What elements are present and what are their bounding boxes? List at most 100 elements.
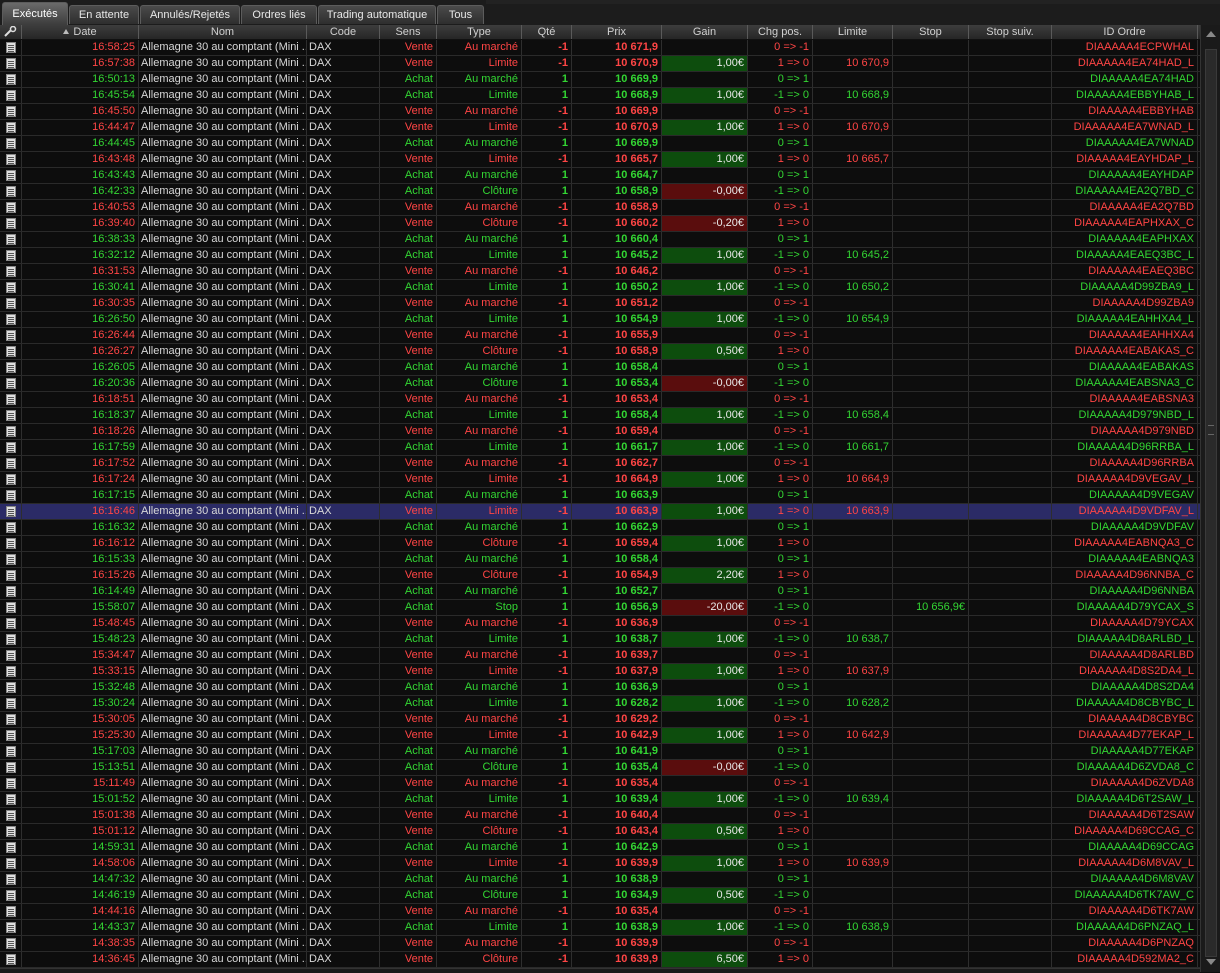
row-icon-cell[interactable] — [0, 280, 22, 295]
tab-tous[interactable]: Tous — [437, 5, 484, 24]
header-col-chg-pos[interactable]: Chg pos. — [748, 25, 813, 39]
document-icon[interactable] — [6, 874, 16, 885]
document-icon[interactable] — [6, 506, 16, 517]
table-row[interactable]: 16:17:24 Allemagne 30 au comptant (Mini .… — [0, 472, 1200, 488]
table-row[interactable]: 16:45:54 Allemagne 30 au comptant (Mini .… — [0, 88, 1200, 104]
document-icon[interactable] — [6, 394, 16, 405]
table-row[interactable]: 15:25:30 Allemagne 30 au comptant (Mini .… — [0, 728, 1200, 744]
tab-en-attente[interactable]: En attente — [69, 5, 139, 24]
table-row[interactable]: 16:18:26 Allemagne 30 au comptant (Mini .… — [0, 424, 1200, 440]
table-row[interactable]: 14:44:16 Allemagne 30 au comptant (Mini .… — [0, 904, 1200, 920]
header-col-gain[interactable]: Gain — [662, 25, 748, 39]
document-icon[interactable] — [6, 138, 16, 149]
document-icon[interactable] — [6, 890, 16, 901]
document-icon[interactable] — [6, 666, 16, 677]
document-icon[interactable] — [6, 650, 16, 661]
header-col-qte[interactable]: Qté — [522, 25, 572, 39]
row-icon-cell[interactable] — [0, 200, 22, 215]
table-row[interactable]: 15:30:05 Allemagne 30 au comptant (Mini .… — [0, 712, 1200, 728]
table-row[interactable]: 14:36:45 Allemagne 30 au comptant (Mini .… — [0, 952, 1200, 968]
table-row[interactable]: 16:16:32 Allemagne 30 au comptant (Mini .… — [0, 520, 1200, 536]
header-col-stop[interactable]: Stop — [893, 25, 969, 39]
row-icon-cell[interactable] — [0, 680, 22, 695]
table-row[interactable]: 16:20:36 Allemagne 30 au comptant (Mini .… — [0, 376, 1200, 392]
document-icon[interactable] — [6, 762, 16, 773]
table-row[interactable]: 15:48:45 Allemagne 30 au comptant (Mini .… — [0, 616, 1200, 632]
document-icon[interactable] — [6, 938, 16, 949]
row-icon-cell[interactable] — [0, 296, 22, 311]
table-row[interactable]: 16:30:35 Allemagne 30 au comptant (Mini .… — [0, 296, 1200, 312]
table-row[interactable]: 15:11:49 Allemagne 30 au comptant (Mini .… — [0, 776, 1200, 792]
table-row[interactable]: 16:26:44 Allemagne 30 au comptant (Mini .… — [0, 328, 1200, 344]
document-icon[interactable] — [6, 330, 16, 341]
row-icon-cell[interactable] — [0, 440, 22, 455]
row-icon-cell[interactable] — [0, 600, 22, 615]
row-icon-cell[interactable] — [0, 328, 22, 343]
row-icon-cell[interactable] — [0, 136, 22, 151]
table-row[interactable]: 16:18:37 Allemagne 30 au comptant (Mini .… — [0, 408, 1200, 424]
row-icon-cell[interactable] — [0, 936, 22, 951]
table-row[interactable]: 15:48:23 Allemagne 30 au comptant (Mini .… — [0, 632, 1200, 648]
document-icon[interactable] — [6, 810, 16, 821]
row-icon-cell[interactable] — [0, 776, 22, 791]
document-icon[interactable] — [6, 346, 16, 357]
header-col-prix[interactable]: Prix — [572, 25, 662, 39]
row-icon-cell[interactable] — [0, 568, 22, 583]
header-col-icon[interactable] — [0, 25, 22, 39]
scroll-down-icon[interactable] — [1206, 959, 1216, 965]
row-icon-cell[interactable] — [0, 808, 22, 823]
table-row[interactable]: 16:43:43 Allemagne 30 au comptant (Mini .… — [0, 168, 1200, 184]
row-icon-cell[interactable] — [0, 728, 22, 743]
document-icon[interactable] — [6, 106, 16, 117]
document-icon[interactable] — [6, 122, 16, 133]
header-col-id-ordre[interactable]: ID Ordre — [1052, 25, 1198, 39]
table-row[interactable]: 15:01:38 Allemagne 30 au comptant (Mini .… — [0, 808, 1200, 824]
table-row[interactable]: 14:38:35 Allemagne 30 au comptant (Mini .… — [0, 936, 1200, 952]
header-col-nom[interactable]: Nom — [139, 25, 307, 39]
document-icon[interactable] — [6, 698, 16, 709]
document-icon[interactable] — [6, 602, 16, 613]
row-icon-cell[interactable] — [0, 184, 22, 199]
row-icon-cell[interactable] — [0, 760, 22, 775]
document-icon[interactable] — [6, 570, 16, 581]
document-icon[interactable] — [6, 538, 16, 549]
table-row[interactable]: 15:30:24 Allemagne 30 au comptant (Mini .… — [0, 696, 1200, 712]
table-row[interactable]: 16:50:13 Allemagne 30 au comptant (Mini .… — [0, 72, 1200, 88]
header-col-stop-suiv[interactable]: Stop suiv. — [969, 25, 1052, 39]
header-col-sens[interactable]: Sens — [380, 25, 437, 39]
table-row[interactable]: 14:59:31 Allemagne 30 au comptant (Mini .… — [0, 840, 1200, 856]
document-icon[interactable] — [6, 954, 16, 965]
table-row[interactable]: 16:16:12 Allemagne 30 au comptant (Mini .… — [0, 536, 1200, 552]
row-icon-cell[interactable] — [0, 248, 22, 263]
row-icon-cell[interactable] — [0, 648, 22, 663]
document-icon[interactable] — [6, 42, 16, 53]
table-row[interactable]: 15:32:48 Allemagne 30 au comptant (Mini .… — [0, 680, 1200, 696]
header-col-type[interactable]: Type — [437, 25, 522, 39]
document-icon[interactable] — [6, 714, 16, 725]
document-icon[interactable] — [6, 90, 16, 101]
document-icon[interactable] — [6, 410, 16, 421]
table-row[interactable]: 16:40:53 Allemagne 30 au comptant (Mini .… — [0, 200, 1200, 216]
table-row[interactable]: 15:01:52 Allemagne 30 au comptant (Mini .… — [0, 792, 1200, 808]
row-icon-cell[interactable] — [0, 152, 22, 167]
row-icon-cell[interactable] — [0, 904, 22, 919]
document-icon[interactable] — [6, 170, 16, 181]
vertical-scrollbar[interactable] — [1200, 25, 1220, 972]
row-icon-cell[interactable] — [0, 536, 22, 551]
document-icon[interactable] — [6, 250, 16, 261]
row-icon-cell[interactable] — [0, 264, 22, 279]
row-icon-cell[interactable] — [0, 392, 22, 407]
document-icon[interactable] — [6, 314, 16, 325]
table-row[interactable]: 15:13:51 Allemagne 30 au comptant (Mini .… — [0, 760, 1200, 776]
document-icon[interactable] — [6, 202, 16, 213]
table-row[interactable]: 16:18:51 Allemagne 30 au comptant (Mini .… — [0, 392, 1200, 408]
table-row[interactable]: 16:17:59 Allemagne 30 au comptant (Mini .… — [0, 440, 1200, 456]
row-icon-cell[interactable] — [0, 456, 22, 471]
document-icon[interactable] — [6, 842, 16, 853]
wrench-icon[interactable] — [3, 26, 17, 38]
document-icon[interactable] — [6, 58, 16, 69]
document-icon[interactable] — [6, 554, 16, 565]
tab-executes[interactable]: Exécutés — [2, 2, 68, 25]
document-icon[interactable] — [6, 266, 16, 277]
document-icon[interactable] — [6, 154, 16, 165]
